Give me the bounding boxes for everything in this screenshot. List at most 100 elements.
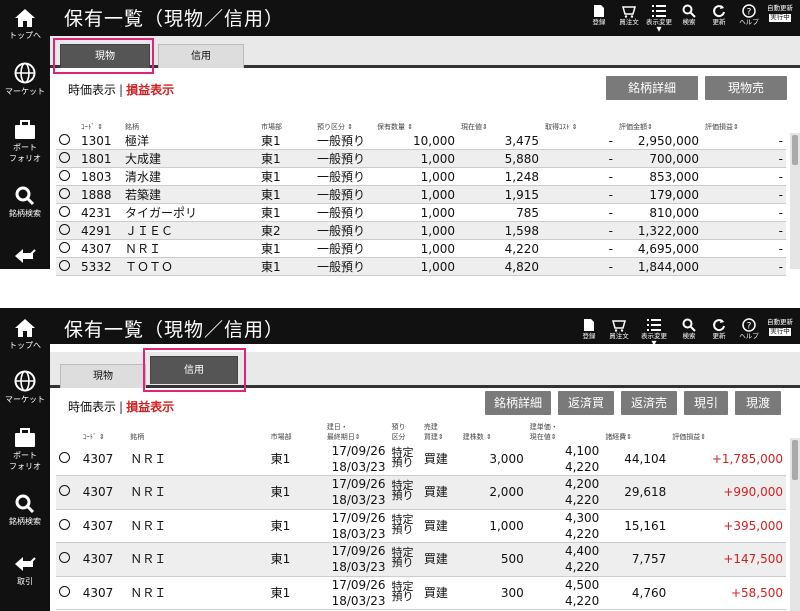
repay-sell-button[interactable]: 返済売 bbox=[621, 391, 677, 415]
header-search-button[interactable]: 検索 bbox=[674, 2, 704, 33]
sidebar-item-search[interactable]: 銘柄検索 bbox=[0, 186, 50, 219]
open-date: 17/09/26 bbox=[331, 577, 386, 592]
header-cell[interactable]: 諸経費⇕ bbox=[602, 422, 669, 442]
register-button[interactable]: 登録 bbox=[584, 2, 614, 33]
row-select-radio[interactable] bbox=[59, 169, 70, 181]
sidebar-item-top[interactable]: トップへ bbox=[0, 8, 50, 41]
display-change-button[interactable]: 表示変更 ▼ bbox=[634, 316, 674, 347]
sidebar-item-market[interactable]: マーケット bbox=[0, 62, 50, 97]
row-select-radio[interactable] bbox=[59, 518, 70, 530]
header-cell[interactable]: 預り 区分 bbox=[389, 422, 421, 442]
stock-detail-button[interactable]: 銘柄詳細 bbox=[606, 76, 698, 100]
tab-margin[interactable]: 信用 bbox=[158, 44, 244, 68]
time-display-toggle[interactable]: 時価表示 bbox=[68, 83, 116, 97]
table-row[interactable]: 4307 ＮＲＩ 東1 17/09/26 18/03/23 特定 預り 買建 3,000 4,10… bbox=[56, 442, 786, 476]
table-row[interactable]: 1801 大成建 東1 一般預り 1,000 5,880-700,000- bbox=[56, 149, 786, 169]
due-date: 18/03/23 bbox=[331, 459, 386, 474]
row-select-radio[interactable] bbox=[59, 205, 70, 217]
table-cell: 5332 bbox=[78, 257, 122, 277]
row-select-radio[interactable] bbox=[59, 259, 70, 271]
row-select-radio[interactable] bbox=[59, 451, 70, 463]
refresh-button[interactable]: 更新 bbox=[704, 316, 734, 347]
quantity-cell: 1,000 bbox=[459, 509, 527, 543]
header-cell[interactable]: 建株数 ⇕ bbox=[460, 422, 527, 442]
table-row[interactable]: 4307 ＮＲＩ 東1 17/09/26 18/03/23 特定 預り 買建 500 4,400 4… bbox=[56, 542, 786, 577]
register-button[interactable]: 登録 bbox=[574, 316, 604, 347]
table-row[interactable]: 4307 ＮＲＩ 東1 17/09/26 18/03/23 特定 預り 買建 2,000 4,20… bbox=[56, 475, 786, 510]
date-cell: 17/09/26 18/03/23 bbox=[323, 475, 389, 510]
tab-cash[interactable]: 現物 bbox=[60, 364, 146, 388]
delivery-give-button[interactable]: 現渡 bbox=[735, 391, 781, 415]
buy-order-button[interactable]: 買注文 bbox=[614, 2, 644, 33]
sidebar-item-search[interactable]: 銘柄検索 bbox=[0, 494, 50, 527]
stock-detail-button[interactable]: 銘柄詳細 bbox=[485, 391, 551, 415]
row-select-radio[interactable] bbox=[59, 585, 70, 597]
sidebar-item-market[interactable]: マーケット bbox=[0, 370, 50, 405]
header-cell[interactable]: 評価損益⇕ bbox=[669, 422, 786, 442]
account-cell: 特定 預り bbox=[388, 542, 421, 577]
scrollbar-thumb[interactable] bbox=[792, 440, 798, 480]
table-row[interactable]: 4307 ＮＲＩ 東1 17/09/26 18/03/23 特定 預り 買建 1,000 4,30… bbox=[56, 509, 786, 543]
delivery-take-button[interactable]: 現引 bbox=[684, 391, 728, 415]
sidebar-item-trade[interactable]: 取引 bbox=[0, 554, 50, 587]
row-select-radio[interactable] bbox=[59, 133, 70, 145]
table-row[interactable]: 5332 ＴＯＴＯ 東1 一般預り 1,000 4,820-1,844,000- bbox=[56, 257, 786, 277]
position-type: 買建 bbox=[420, 576, 460, 610]
header-cell[interactable]: 市場部 bbox=[268, 422, 324, 442]
sidebar-item-portfolio[interactable]: ポート フォリオ bbox=[0, 428, 50, 472]
header-cell[interactable]: 建日・ 最終期日⇕ bbox=[324, 422, 389, 442]
display-change-button[interactable]: 表示変更 ▼ bbox=[644, 2, 674, 33]
sidebar-item-portfolio[interactable]: ポート フォリオ bbox=[0, 120, 50, 164]
header-cell[interactable]: 取得ｺｽﾄ ⇕ bbox=[542, 114, 616, 132]
header-cell[interactable]: 保有数量 ⇕ bbox=[374, 114, 458, 132]
table-row[interactable]: 1803 清水建 東1 一般預り 1,000 1,248-853,000- bbox=[56, 167, 786, 187]
header-cell[interactable]: 現在値⇕ bbox=[458, 114, 542, 132]
scrollbar[interactable] bbox=[790, 438, 800, 611]
auto-refresh-toggle[interactable]: 自動更新 実行中 bbox=[764, 316, 796, 347]
table-row[interactable]: 1301 極洋 東1 一般預り 10,000 3,475-2,950,000- bbox=[56, 132, 786, 151]
table-row[interactable]: 4307 ＮＲＩ 東1 一般預り 1,000 4,220-4,695,000- bbox=[56, 239, 786, 259]
buy-order-button[interactable]: 買注文 bbox=[604, 316, 634, 347]
header-search-button[interactable]: 検索 bbox=[674, 316, 704, 347]
table-cell: 4307 bbox=[79, 509, 128, 543]
cash-sell-button[interactable]: 現物売 bbox=[705, 76, 787, 100]
time-display-toggle[interactable]: 時価表示 bbox=[68, 400, 116, 414]
header-cell[interactable]: 銘柄 bbox=[127, 422, 267, 442]
refresh-button[interactable]: 更新 bbox=[704, 2, 734, 33]
header-cell[interactable]: ｺｰﾄﾞ ⇕ bbox=[78, 114, 122, 132]
row-select-radio[interactable] bbox=[59, 552, 70, 564]
row-select-radio[interactable] bbox=[59, 187, 70, 199]
header-cell[interactable]: 預り区分 ⇕ bbox=[314, 114, 374, 132]
scrollbar-thumb[interactable] bbox=[792, 135, 798, 165]
table-cell: 東1 bbox=[267, 442, 324, 476]
table-cell: - bbox=[702, 221, 786, 241]
repay-buy-button[interactable]: 返済買 bbox=[558, 391, 614, 415]
table-row[interactable]: 4231 タイガーポリ 東1 一般預り 1,000 785-810,000- bbox=[56, 203, 786, 223]
sidebar-item-trade[interactable] bbox=[0, 246, 50, 268]
price-cell: 4,400 4,220 bbox=[526, 542, 603, 577]
auto-refresh-toggle[interactable]: 自動更新 実行中 bbox=[764, 2, 796, 33]
row-select-radio[interactable] bbox=[59, 223, 70, 235]
table-cell: 東1 bbox=[258, 203, 314, 223]
pl-display-toggle[interactable]: 損益表示 bbox=[126, 83, 174, 97]
header-cell[interactable]: 売建 買建⇕ bbox=[421, 422, 460, 442]
table-row[interactable]: 4307 ＮＲＩ 東1 17/09/26 18/03/23 特定 預り 買建 300 4,500 4… bbox=[56, 576, 786, 610]
table-cell: 810,000 bbox=[616, 203, 702, 223]
header-cell[interactable]: 評価金額⇕ bbox=[616, 114, 702, 132]
header-cell[interactable]: 市場部 bbox=[258, 114, 314, 132]
row-select-radio[interactable] bbox=[59, 485, 70, 497]
table-row[interactable]: 4291 ＪＩＥＣ 東2 一般預り 1,000 1,598-1,322,000- bbox=[56, 221, 786, 241]
sidebar-item-top[interactable]: トップへ bbox=[0, 318, 50, 351]
table-row[interactable]: 1888 若築建 東1 一般預り 1,000 1,915-179,000- bbox=[56, 185, 786, 205]
radio-cell bbox=[56, 509, 80, 543]
help-button[interactable]: ? ヘルプ bbox=[734, 316, 764, 347]
header-cell[interactable]: 銘柄 bbox=[122, 114, 258, 132]
header-cell[interactable]: ｺｰﾄﾞ ⇕ bbox=[80, 422, 128, 442]
scrollbar[interactable] bbox=[790, 133, 800, 269]
header-cell[interactable]: 建単価・ 現在値⇕ bbox=[527, 422, 603, 442]
row-select-radio[interactable] bbox=[59, 241, 70, 253]
pl-display-toggle[interactable]: 損益表示 bbox=[126, 400, 174, 414]
help-button[interactable]: ? ヘルプ bbox=[734, 2, 764, 33]
row-select-radio[interactable] bbox=[59, 151, 70, 163]
header-cell[interactable]: 評価損益⇕ bbox=[702, 114, 786, 132]
